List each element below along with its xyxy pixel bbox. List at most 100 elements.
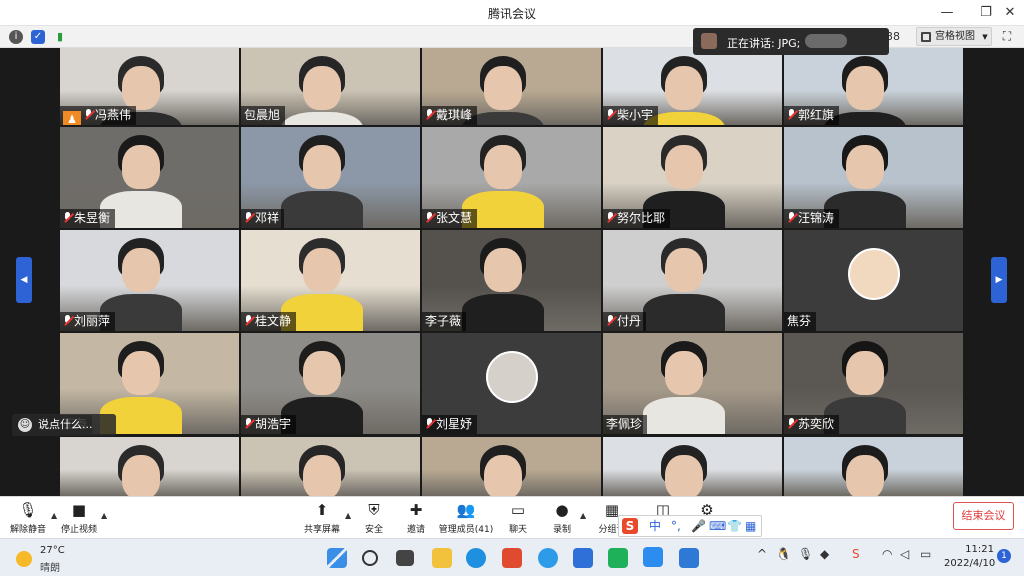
stop-video-button[interactable]: ■ 停止视频 [51, 500, 107, 538]
fullscreen-icon[interactable]: ⛶ [998, 28, 1016, 45]
keyboard-icon: ⌨ [709, 519, 727, 533]
restore-icon[interactable]: ❐ [976, 4, 996, 22]
video-tile[interactable]: ♟ 冯燕伟 [60, 48, 239, 125]
video-tile[interactable]: 包晨旭 [241, 48, 420, 125]
participant-name: 戴琪峰 [422, 106, 478, 125]
wifi-icon[interactable]: ◠ [882, 547, 892, 561]
mic-muted-icon [425, 418, 434, 429]
mic-muted-icon [244, 418, 253, 429]
video-tile[interactable]: 郭红旗 [784, 48, 963, 125]
task-view-icon[interactable] [396, 550, 414, 566]
participant-name: 焦芬 [784, 312, 817, 331]
tray-chevron-icon[interactable]: ^ [757, 547, 767, 561]
unmute-button[interactable]: 🎙 解除静音 [0, 500, 56, 538]
video-tile[interactable]: 汪锦涛 [784, 127, 963, 228]
video-tile[interactable]: 邓祥 [241, 127, 420, 228]
info-icon[interactable]: i [9, 30, 23, 44]
qq-icon[interactable]: 🐧 [776, 547, 791, 561]
participant-name-text: 焦芬 [787, 314, 812, 328]
video-tile[interactable]: 焦芬 [784, 230, 963, 331]
notification-badge[interactable]: 1 [997, 549, 1011, 563]
invite-button[interactable]: ✚ 邀请 [388, 500, 444, 538]
tray-sogou-icon[interactable]: S [852, 547, 860, 561]
tencent-meeting-taskbar-icon[interactable] [643, 547, 663, 567]
windows-taskbar [0, 538, 1024, 576]
participant-name: 张文慧 [422, 209, 478, 228]
video-tile[interactable] [784, 437, 963, 496]
file-explorer-icon[interactable] [432, 548, 452, 568]
video-tile[interactable]: 戴琪峰 [422, 48, 601, 125]
tray-mic-icon[interactable]: 🎙 [798, 547, 813, 561]
mic-muted-icon [787, 418, 796, 429]
punctuation-icon: °, [671, 519, 681, 533]
app-bag-icon[interactable] [608, 548, 628, 568]
chat-quick-input[interactable]: ☺ 说点什么... [12, 414, 116, 436]
tray-wechat-icon[interactable]: ◆ [820, 547, 829, 561]
video-tile[interactable]: 刘丽萍 [60, 230, 239, 331]
shield-icon[interactable]: ✓ [31, 30, 45, 44]
video-tile[interactable]: 苏奕欣 [784, 333, 963, 434]
participant-name-text: 桂文静 [255, 314, 292, 328]
mic-muted-icon: 🎙 [18, 501, 38, 519]
record-icon: ● [555, 501, 569, 519]
video-tile[interactable]: 胡浩宇 [241, 333, 420, 434]
prev-page-button[interactable]: ◀ [16, 257, 32, 303]
meeting-control-bar: 🎙 解除静音 ▲ ■ 停止视频 ▲ ⬆ 共享屏幕 ▲ ⛨ 安全 ✚ 邀请 👥 管… [0, 496, 1024, 538]
weather-condition: 晴朗 [40, 563, 60, 574]
video-tile[interactable] [241, 437, 420, 496]
participant-name-text: 李佩珍 [606, 417, 643, 431]
stop-video-label: 停止视频 [60, 525, 97, 535]
battery-icon[interactable]: ▭ [920, 547, 931, 561]
video-tile[interactable] [60, 437, 239, 496]
add-person-icon: ✚ [409, 501, 423, 519]
video-tile[interactable]: 柴小宇 [603, 48, 782, 125]
avatar [848, 248, 900, 300]
close-icon[interactable]: ✕ [1000, 4, 1020, 22]
video-tile[interactable]: 李佩珍 [603, 333, 782, 434]
person-face [484, 145, 522, 189]
video-tile[interactable]: 付丹 [603, 230, 782, 331]
person-face [665, 351, 703, 395]
weather-widget[interactable]: 27°C 晴朗 [16, 545, 76, 574]
word-icon[interactable] [679, 548, 699, 568]
video-tile[interactable] [603, 437, 782, 496]
video-tile[interactable]: 努尔比耶 [603, 127, 782, 228]
app-l-icon[interactable] [573, 548, 593, 568]
video-tile[interactable]: 刘星妤 [422, 333, 601, 434]
store-icon[interactable] [502, 548, 522, 568]
participant-name-text: 包晨旭 [244, 108, 281, 122]
mic-muted-icon [63, 212, 72, 223]
video-options-caret[interactable]: ▲ [101, 511, 107, 520]
video-tile[interactable] [422, 437, 601, 496]
signal-icon[interactable]: ▮ [53, 30, 67, 44]
person-face [122, 145, 160, 189]
share-screen-button[interactable]: ⬆ 共享屏幕 [294, 500, 350, 538]
shield-icon: ⛨ [368, 501, 380, 519]
mic-muted-icon [606, 315, 615, 326]
edge-icon[interactable] [466, 548, 486, 568]
video-tile[interactable]: 张文慧 [422, 127, 601, 228]
manage-members-button[interactable]: 👥 管理成员(41) [438, 500, 494, 538]
start-icon[interactable] [327, 548, 347, 568]
mic-muted-icon [606, 212, 615, 223]
chat-icon: ▭ [510, 501, 526, 519]
participant-name: 胡浩宇 [241, 415, 297, 434]
volume-icon[interactable]: ◁ [900, 547, 909, 561]
gallery-view-button[interactable]: 宫格视图 ▼ [916, 27, 992, 46]
search-icon[interactable] [362, 550, 378, 566]
minimize-icon[interactable]: — [937, 4, 957, 22]
ime-toolbar[interactable]: S 中 °, 🎤 ⌨ 👕 ▦ [618, 515, 762, 537]
video-tile[interactable]: 李子薇 [422, 230, 601, 331]
system-clock[interactable]: 11:21 2022/4/10 [944, 543, 995, 571]
video-tile[interactable]: 朱昱衡 [60, 127, 239, 228]
sun-icon [16, 551, 32, 567]
end-meeting-button[interactable]: 结束会议 [953, 502, 1014, 530]
grid-icon [921, 32, 931, 42]
security-label: 安全 [364, 525, 383, 535]
mic-muted-icon [787, 212, 796, 223]
participant-name-text: 胡浩宇 [255, 417, 292, 431]
person-face [122, 66, 160, 110]
video-tile[interactable]: 桂文静 [241, 230, 420, 331]
next-page-button[interactable]: ▶ [991, 257, 1007, 303]
browser-icon[interactable] [538, 548, 558, 568]
